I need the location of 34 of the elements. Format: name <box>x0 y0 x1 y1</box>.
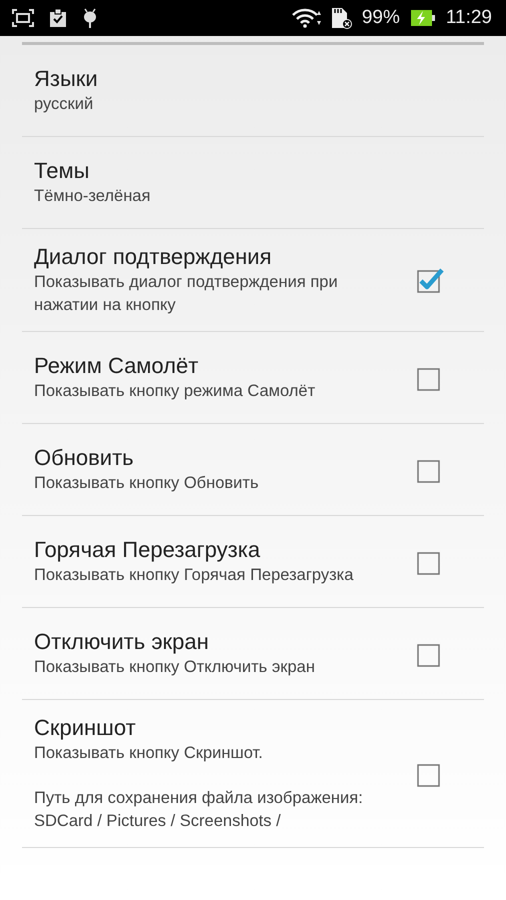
setting-summary: Путь для сохранения файла изображения: SDCard / Pictures / Screenshots / <box>34 788 364 832</box>
settings-item[interactable]: Отключить экран Показывать кнопку Отключить экран <box>22 608 484 700</box>
sd-card-icon <box>330 7 352 29</box>
clock: 11:29 <box>446 7 492 29</box>
setting-title: Отключить экран <box>34 628 210 656</box>
setting-title: Темы <box>34 157 90 185</box>
wifi-icon <box>292 8 324 28</box>
setting-summary: Показывать диалог подтверждения при нажатии на кнопку <box>34 272 339 316</box>
settings-item[interactable]: Режим Самолёт Показывать кнопку режима Самолёт <box>22 332 484 424</box>
setting-title: Скриншот <box>34 714 137 742</box>
setting-title: Горячая Перезагрузка <box>34 536 262 564</box>
screenshot-icon <box>12 9 34 27</box>
settings-item[interactable]: Диалог подтверждения Показывать диалог подтверждения при нажатии на кнопку <box>22 229 484 332</box>
setting-title: Языки <box>34 65 99 93</box>
setting-title: Диалог подтверждения <box>34 243 273 271</box>
setting-summary: русский <box>34 94 94 115</box>
setting-summary: Показывать кнопку Горячая Перезагрузка <box>34 565 354 586</box>
settings-item[interactable]: Языки русский <box>22 45 484 137</box>
battery-charging-icon <box>410 8 436 28</box>
setting-summary: Показывать кнопку Обновить <box>34 473 260 494</box>
android-icon <box>82 7 98 29</box>
setting-summary: Тёмно-зелёная <box>34 186 152 207</box>
battery-percentage: 99% <box>362 7 400 29</box>
setting-summary: Показывать кнопку Отключить экран <box>34 657 316 678</box>
setting-title: Режим Самолёт <box>34 352 200 380</box>
setting-summary: Показывать кнопку Скриншот. <box>34 743 264 764</box>
checkbox[interactable] <box>416 266 446 294</box>
settings-item[interactable]: Скриншот Показывать кнопку Скриншот. Путь для сохранения файла изображения: SDCard / Pictures / Screenshots / <box>22 700 484 848</box>
settings-item[interactable]: Темы Тёмно-зелёная <box>22 137 484 229</box>
setting-summary: Показывать кнопку режима Самолёт <box>34 381 316 402</box>
settings-item[interactable]: Горячая Перезагрузка Показывать кнопку Горячая Перезагрузка <box>22 516 484 608</box>
settings-item[interactable]: Обновить Показывать кнопку Обновить <box>22 424 484 516</box>
setting-title: Обновить <box>34 444 135 472</box>
clipboard-check-icon <box>48 8 68 28</box>
